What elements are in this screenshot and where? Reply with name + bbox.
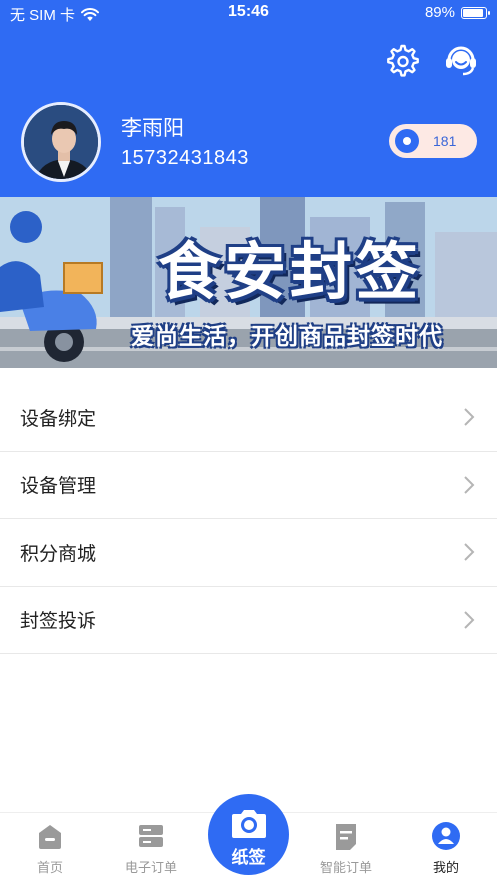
profile-header: 无 SIM 卡 15:46 89% 李雨阳 15732431843 181 [0,0,497,197]
battery-percent: 89% [424,4,455,21]
menu-item-label: 设备管理 [20,476,97,498]
points-value: 181 [433,133,457,149]
user-icon [432,822,460,850]
menu-item-device-binding[interactable]: 设备绑定 [0,384,497,452]
customer-service-icon[interactable] [443,42,479,78]
chevron-right-icon [464,543,475,561]
chevron-right-icon [464,611,475,629]
menu-item-points-mall[interactable]: 积分商城 [0,519,497,587]
tab-mine-label: 我的 [432,860,459,875]
tab-smart-orders[interactable]: 智能订单 [301,813,391,883]
user-avatar[interactable] [21,102,101,182]
menu-list: 设备绑定 设备管理 积分商城 封签投诉 [0,384,497,654]
tab-smart-orders-label: 智能订单 [319,860,372,875]
paper-seal-button[interactable]: 纸签 [208,794,289,875]
tab-electronic-orders-label: 电子订单 [124,860,177,875]
status-bar: 无 SIM 卡 15:46 89% [0,0,497,26]
home-icon [39,825,61,849]
menu-item-device-management[interactable]: 设备管理 [0,452,497,519]
points-badge[interactable]: 181 [389,124,477,158]
user-phone: 15732431843 [121,147,249,169]
chevron-right-icon [464,476,475,494]
menu-item-label: 设备绑定 [20,408,97,430]
tab-electronic-orders[interactable]: 电子订单 [106,813,196,883]
menu-item-seal-complaint[interactable]: 封签投诉 [0,587,497,654]
tab-home-label: 首页 [36,860,63,875]
battery-icon [461,6,490,19]
chevron-right-icon [464,408,475,426]
server-icon [139,825,163,847]
tab-mine[interactable]: 我的 [401,813,491,883]
banner-title: 食安封签 [158,235,423,308]
menu-item-label: 封签投诉 [20,611,97,633]
paper-seal-label: 纸签 [231,848,266,867]
tab-home[interactable]: 首页 [5,813,95,883]
user-name: 李雨阳 [121,117,184,140]
settings-gear-icon[interactable] [385,42,421,78]
menu-item-label: 积分商城 [20,543,97,565]
document-icon [336,824,356,850]
points-coin-icon [395,129,419,153]
status-time: 15:46 [228,3,269,20]
banner-subtitle: 爱尚生活，开创商品封签时代 [131,324,443,350]
promo-banner[interactable]: 食安封签 爱尚生活，开创商品封签时代 [0,197,497,368]
camera-icon [231,810,266,838]
